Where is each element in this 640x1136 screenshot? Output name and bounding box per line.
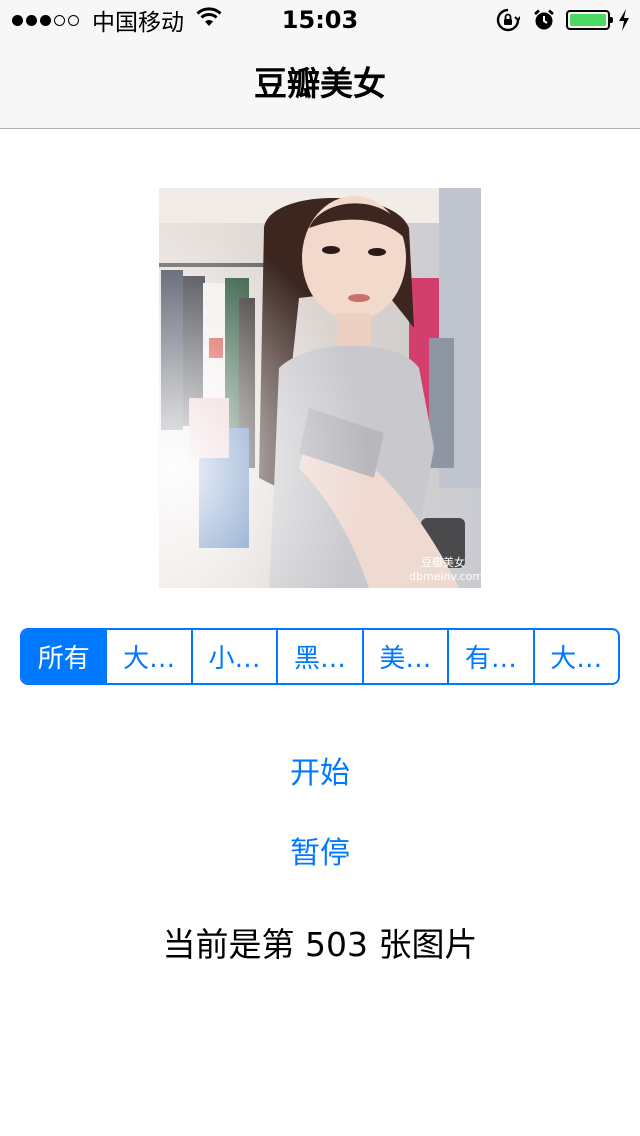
- alarm-icon: [532, 8, 556, 32]
- segment-4[interactable]: 黑…: [278, 630, 364, 683]
- photo-illustration: 豆瓣美女 dbmeinv.com: [159, 188, 481, 588]
- rotation-lock-icon: [496, 8, 520, 32]
- segment-3[interactable]: 小…: [193, 630, 279, 683]
- charging-icon: [618, 9, 630, 31]
- battery-cap: [610, 17, 613, 23]
- status-bar: 中国移动 15:03: [0, 0, 640, 40]
- start-button[interactable]: 开始: [220, 750, 420, 798]
- segment-7[interactable]: 大…: [535, 630, 618, 683]
- page-title: 豆瓣美女: [254, 64, 386, 103]
- segment-all[interactable]: 所有: [22, 630, 108, 683]
- battery-level: [570, 14, 606, 26]
- category-segmented-control[interactable]: 所有 大… 小… 黑… 美… 有… 大…: [20, 628, 620, 685]
- segment-5[interactable]: 美…: [364, 630, 450, 683]
- status-right: [496, 6, 630, 34]
- image-counter-label: 当前是第 503 张图片: [162, 925, 478, 964]
- segment-6[interactable]: 有…: [449, 630, 535, 683]
- pause-button[interactable]: 暂停: [220, 830, 420, 878]
- battery-icon: [566, 10, 613, 30]
- navigation-bar: 豆瓣美女: [0, 40, 640, 129]
- photo-watermark: 豆瓣美女: [421, 555, 465, 569]
- photo-image: 豆瓣美女 dbmeinv.com: [159, 188, 481, 588]
- segment-2[interactable]: 大…: [107, 630, 193, 683]
- photo-watermark-url: dbmeinv.com: [409, 570, 481, 583]
